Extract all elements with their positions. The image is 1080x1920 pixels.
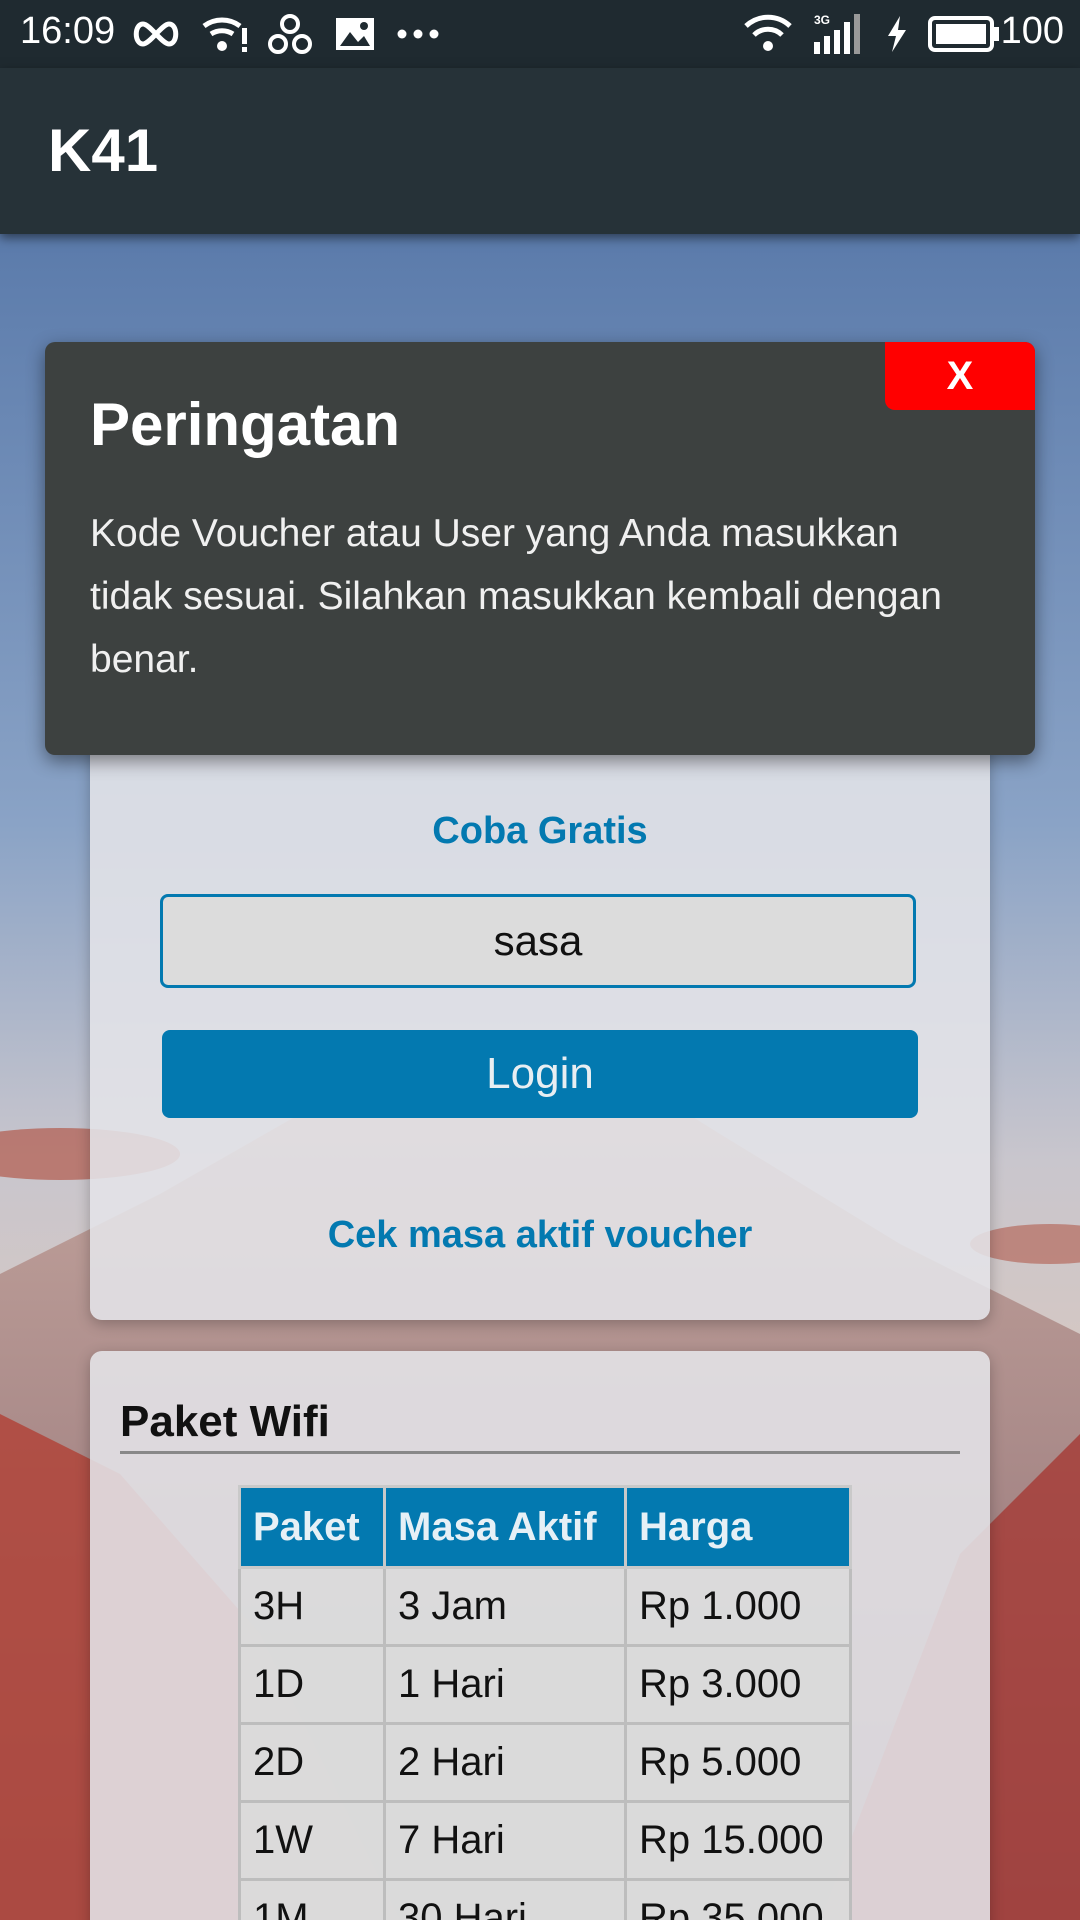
paket-wifi-card: Paket Wifi Paket Masa Aktif Harga 3H 3 J… (90, 1351, 990, 1920)
image-icon (334, 12, 376, 56)
table-cell: Rp 35.000 (624, 1878, 852, 1920)
table-cell: Rp 5.000 (624, 1722, 852, 1803)
infinity-icon (130, 12, 182, 56)
signal-icon: 3G (812, 12, 870, 56)
table-row: 1W 7 Hari Rp 15.000 (238, 1800, 852, 1881)
paket-title: Paket Wifi (120, 1397, 330, 1446)
warning-dialog: X Peringatan Kode Voucher atau User yang… (45, 342, 1035, 755)
app-icon (268, 12, 312, 56)
column-header: Masa Aktif (383, 1485, 627, 1569)
table-cell: 1 Hari (383, 1644, 627, 1725)
close-button[interactable]: X (885, 342, 1035, 410)
table-cell: 2 Hari (383, 1722, 627, 1803)
status-bar: 16:09 3G 100 (0, 0, 1080, 68)
charging-icon (886, 12, 908, 56)
dialog-message: Kode Voucher atau User yang Anda masukka… (90, 512, 943, 681)
table-cell: 1D (238, 1644, 386, 1725)
table-header-row: Paket Masa Aktif Harga (238, 1485, 852, 1569)
status-time: 16:09 (20, 10, 116, 52)
column-header: Harga (624, 1485, 852, 1569)
login-button[interactable]: Login (162, 1030, 918, 1118)
svg-text:3G: 3G (814, 13, 830, 27)
table-cell: 7 Hari (383, 1800, 627, 1881)
table-cell: 2D (238, 1722, 386, 1803)
paket-table: Paket Masa Aktif Harga 3H 3 Jam Rp 1.000… (238, 1485, 852, 1920)
app-bar: K41 (0, 68, 1080, 234)
wifi-icon (744, 12, 792, 56)
table-row: 1M 30 Hari Rp 35.000 (238, 1878, 852, 1920)
table-cell: Rp 1.000 (624, 1566, 852, 1647)
table-row: 3H 3 Jam Rp 1.000 (238, 1566, 852, 1647)
table-cell: 3 Jam (383, 1566, 627, 1647)
app-title: K41 (48, 117, 159, 184)
coba-gratis-link[interactable]: Coba Gratis (90, 810, 990, 853)
table-cell: 3H (238, 1566, 386, 1647)
dialog-title: Peringatan (90, 391, 401, 458)
table-cell: Rp 15.000 (624, 1800, 852, 1881)
column-header: Paket (238, 1485, 386, 1569)
table-cell: 30 Hari (383, 1878, 627, 1920)
table-row: 2D 2 Hari Rp 5.000 (238, 1722, 852, 1803)
table-cell: Rp 3.000 (624, 1644, 852, 1725)
voucher-input[interactable] (160, 894, 916, 988)
wifi-alert-icon (202, 12, 250, 56)
more-icon (396, 12, 440, 56)
table-row: 1D 1 Hari Rp 3.000 (238, 1644, 852, 1725)
battery-icon (928, 12, 1000, 56)
table-cell: 1M (238, 1878, 386, 1920)
divider (120, 1451, 960, 1454)
battery-level: 100 (1000, 10, 1064, 52)
table-cell: 1W (238, 1800, 386, 1881)
cek-masa-aktif-link[interactable]: Cek masa aktif voucher (90, 1214, 990, 1257)
